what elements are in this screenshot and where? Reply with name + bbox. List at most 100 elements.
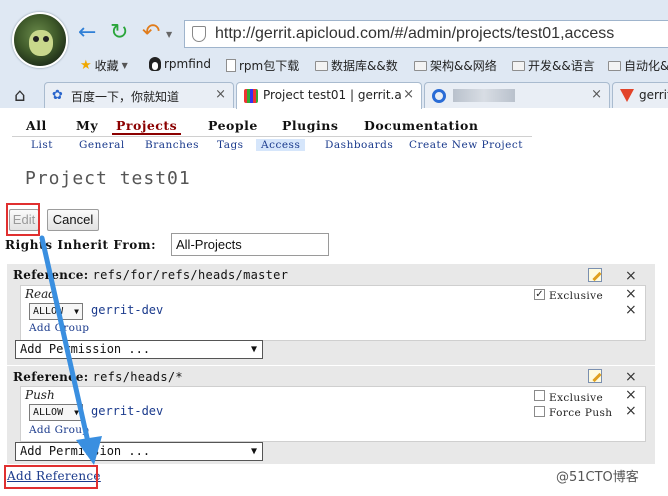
menu-documentation[interactable]: Documentation: [364, 118, 478, 133]
page-title: Project test01: [25, 168, 191, 189]
undo-dropdown-icon[interactable]: ▼: [166, 30, 172, 39]
rights-inherit-label: Rights Inherit From:: [5, 238, 157, 252]
add-permission-select[interactable]: Add Permission ... ▼: [15, 340, 263, 359]
submenu-list[interactable]: List: [31, 139, 53, 151]
tab-label: gerrit: [639, 88, 668, 102]
chevron-down-icon: ▼: [74, 408, 79, 417]
bookmark-label: 数据库&&数: [331, 59, 398, 73]
exclusive-label: Exclusive: [549, 392, 604, 404]
undo-icon[interactable]: ↶: [142, 22, 160, 44]
blurred-title: [453, 89, 515, 102]
close-icon[interactable]: ×: [591, 87, 602, 102]
bookmark-label: 架构&&网络: [430, 59, 497, 73]
bookmark-label: rpm包下载: [239, 59, 300, 73]
permission-box: Push ALLOW ▼ gerrit-dev Add Group Exclusi…: [20, 386, 646, 442]
back-arrow-icon[interactable]: ←: [78, 22, 96, 44]
add-permission-value: Add Permission ...: [20, 444, 151, 458]
menu-my[interactable]: My: [76, 118, 98, 133]
star-icon: ★: [80, 58, 92, 73]
permission-name: Read: [25, 287, 56, 301]
shield-icon: [192, 26, 206, 42]
browser-chrome: ← ↻ ↶ ▼ http://gerrit.apicloud.com/#/adm…: [0, 0, 668, 109]
delete-permission-icon[interactable]: ×: [625, 287, 637, 301]
group-link[interactable]: gerrit-dev: [91, 303, 163, 317]
delete-rule-icon[interactable]: ×: [625, 404, 637, 418]
close-icon[interactable]: ×: [403, 87, 414, 102]
menu-all[interactable]: All: [26, 118, 47, 133]
submenu-branches[interactable]: Branches: [145, 139, 199, 151]
delete-rule-icon[interactable]: ×: [625, 303, 637, 317]
reference-label: Reference:: [13, 268, 89, 282]
rights-inherit-input[interactable]: All-Projects: [171, 233, 329, 256]
submenu-dashboards[interactable]: Dashboards: [325, 139, 393, 151]
exclusive-label: Exclusive: [549, 290, 604, 302]
bookmarks-bar: ★ 收藏 ▼ rpmfind rpm包下载 数据库&&数 架构&&网络 开发&&…: [76, 55, 668, 75]
bookmark-architecture[interactable]: 架构&&网络: [414, 57, 497, 74]
sub-menu: List General Branches Tags Access Dashbo…: [12, 139, 532, 153]
delete-permission-icon[interactable]: ×: [625, 388, 637, 402]
address-bar[interactable]: http://gerrit.apicloud.com/#/admin/proje…: [184, 20, 668, 48]
tab-label: 百度一下，你就知道: [71, 90, 180, 104]
rule-action-select[interactable]: ALLOW ▼: [29, 404, 83, 421]
edit-reference-icon[interactable]: [588, 369, 602, 383]
permission-box: Read ALLOW ▼ gerrit-dev Add Group ✓ Exclu…: [20, 285, 646, 341]
add-group-link[interactable]: Add Group: [29, 322, 89, 334]
user-avatar[interactable]: [12, 12, 68, 68]
menu-plugins[interactable]: Plugins: [282, 118, 338, 133]
reference-panel: Reference: refs/for/refs/heads/master × …: [7, 264, 655, 365]
menu-projects[interactable]: Projects: [112, 118, 182, 135]
bookmark-database[interactable]: 数据库&&数: [315, 57, 398, 74]
circle-icon: [432, 89, 446, 103]
top-menu: All My Projects People Plugins Documenta…: [12, 118, 532, 137]
tab-gitlab[interactable]: gerrit: [612, 82, 668, 108]
delete-reference-icon[interactable]: ×: [625, 370, 637, 384]
page-icon: [226, 59, 236, 72]
edit-reference-icon[interactable]: [588, 268, 602, 282]
folder-icon: [315, 60, 328, 71]
rule-action-select[interactable]: ALLOW ▼: [29, 303, 83, 320]
add-permission-select[interactable]: Add Permission ... ▼: [15, 442, 263, 461]
submenu-access[interactable]: Access: [256, 139, 306, 151]
reference-path: refs/heads/*: [92, 370, 183, 384]
force-push-checkbox[interactable]: [534, 406, 545, 417]
tab-baidu[interactable]: ✿ 百度一下，你就知道 ×: [44, 82, 234, 108]
chevron-down-icon: ▼: [74, 307, 79, 316]
tab-blurred[interactable]: ×: [424, 82, 610, 108]
close-icon[interactable]: ×: [215, 87, 226, 102]
bookmark-label: 开发&&语言: [528, 59, 595, 73]
tab-gerrit-project[interactable]: Project test01 | gerrit.a ×: [236, 82, 422, 109]
bookmark-favorites[interactable]: ★ 收藏 ▼: [80, 57, 128, 74]
add-permission-value: Add Permission ...: [20, 342, 151, 356]
refresh-icon[interactable]: ↻: [110, 22, 128, 44]
bookmark-dev[interactable]: 开发&&语言: [512, 57, 595, 74]
submenu-tags[interactable]: Tags: [217, 139, 244, 151]
exclusive-checkbox[interactable]: ✓: [534, 289, 545, 300]
group-link[interactable]: gerrit-dev: [91, 404, 163, 418]
submenu-create-project[interactable]: Create New Project: [409, 139, 523, 151]
watermark: @51CTO博客: [556, 470, 639, 485]
gitlab-icon: [620, 89, 634, 103]
rule-action-value: ALLOW: [33, 306, 64, 317]
folder-icon: [414, 60, 427, 71]
cancel-button[interactable]: Cancel: [47, 209, 99, 231]
url-text[interactable]: http://gerrit.apicloud.com/#/admin/proje…: [215, 25, 614, 43]
bookmark-rpm-download[interactable]: rpm包下载: [226, 57, 299, 74]
menu-people[interactable]: People: [208, 118, 258, 133]
reference-panel: Reference: refs/heads/* × Push ALLOW ▼ ge…: [7, 366, 655, 464]
add-group-link[interactable]: Add Group: [29, 424, 89, 436]
bookmark-rpmfind[interactable]: rpmfind: [149, 57, 211, 71]
tab-strip: ⌂ ✿ 百度一下，你就知道 × Project test01 | gerrit.…: [0, 80, 668, 109]
exclusive-checkbox[interactable]: [534, 390, 545, 401]
bookmark-automation[interactable]: 自动化&: [608, 57, 668, 74]
baidu-paw-icon: ✿: [52, 88, 63, 103]
frog-avatar-icon: [29, 30, 53, 56]
folder-icon: [608, 60, 621, 71]
reference-label: Reference:: [13, 370, 89, 384]
home-icon[interactable]: ⌂: [14, 85, 25, 106]
chevron-down-icon: ▼: [250, 344, 257, 355]
permission-name: Push: [25, 388, 55, 402]
highlight-box-add-reference: [4, 465, 98, 489]
delete-reference-icon[interactable]: ×: [625, 269, 637, 283]
submenu-general[interactable]: General: [79, 139, 125, 151]
rule-action-value: ALLOW: [33, 407, 64, 418]
